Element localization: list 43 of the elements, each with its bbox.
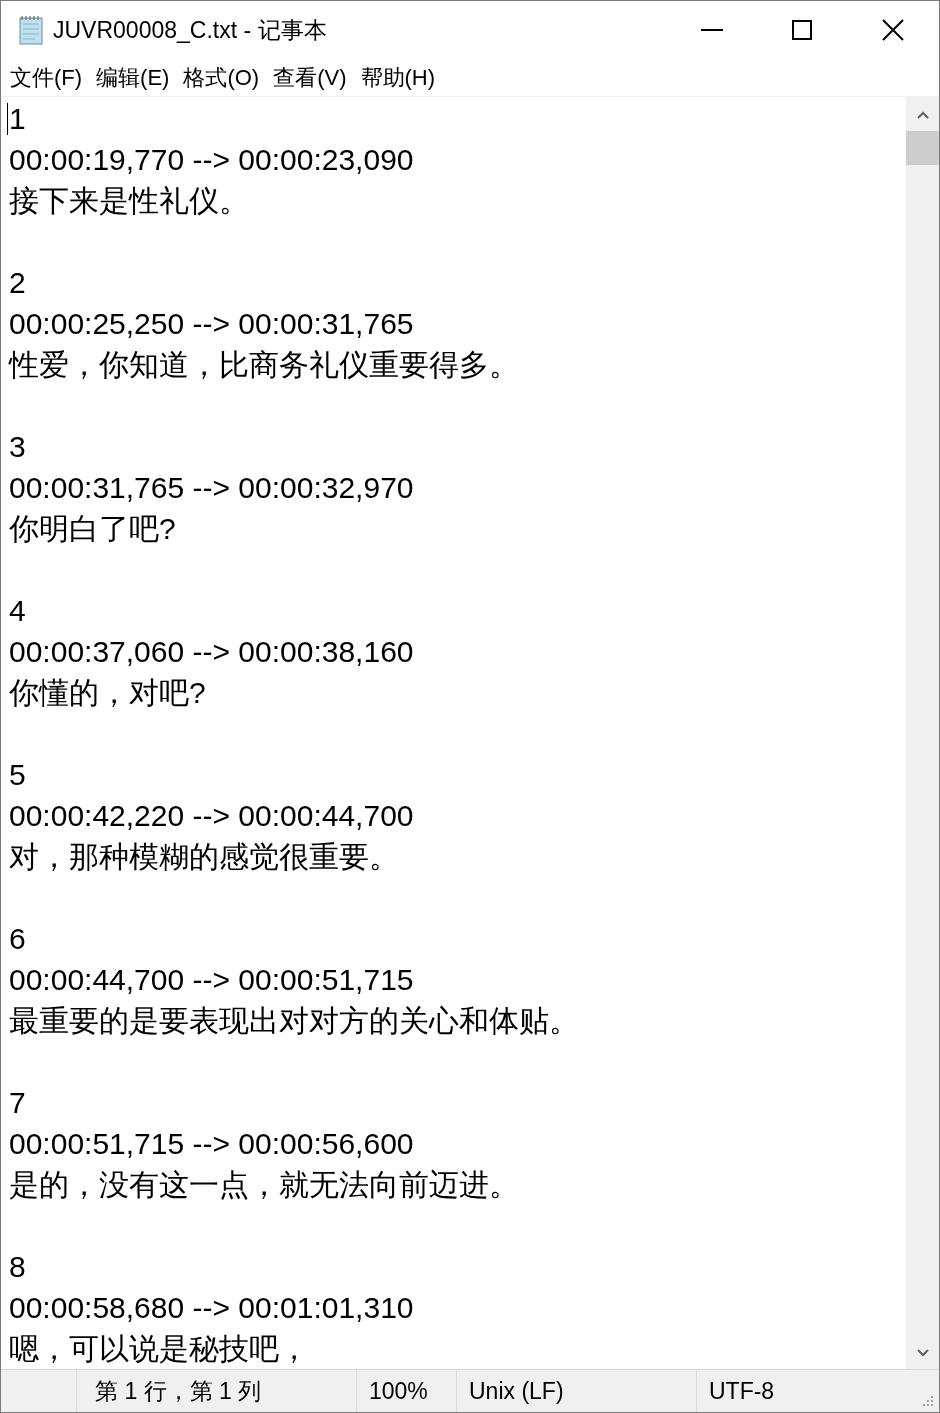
encoding: UTF-8 [709,1376,775,1406]
subtitle-timestamp: 00:00:31,765 --> 00:00:32,970 [9,471,414,504]
subtitle-text: 嗯，可以说是秘技吧， [9,1332,309,1365]
subtitle-number: 8 [9,1250,26,1283]
subtitle-text: 你明白了吧? [9,512,176,545]
minimize-icon [701,29,723,31]
subtitle-timestamp: 00:00:37,060 --> 00:00:38,160 [9,635,414,668]
subtitle-number: 1 [9,102,26,135]
resize-grip-icon[interactable] [921,1394,935,1408]
window-title: JUVR00008_C.txt - 记事本 [53,15,327,45]
subtitle-timestamp: 00:00:51,715 --> 00:00:56,600 [9,1127,414,1160]
subtitle-timestamp: 00:00:42,220 --> 00:00:44,700 [9,799,414,832]
subtitle-text: 接下来是性礼仪。 [9,184,249,217]
line-ending: Unix (LF) [469,1376,564,1406]
subtitle-timestamp: 00:00:19,770 --> 00:00:23,090 [9,143,414,176]
menu-item[interactable]: 文件(F) [10,61,83,94]
subtitle-timestamp: 00:00:25,250 --> 00:00:31,765 [9,307,414,340]
zoom-level: 100% [369,1376,428,1406]
menu-item[interactable]: 编辑(E) [96,61,170,94]
subtitle-number: 3 [9,430,26,463]
subtitle-text: 性爱，你知道，比商务礼仪重要得多。 [9,348,519,381]
vertical-scrollbar[interactable] [906,97,939,1369]
subtitle-text: 对，那种模糊的感觉很重要。 [9,840,399,873]
cursor-position: 第 1 行，第 1 列 [95,1376,262,1406]
subtitle-timestamp: 00:00:44,700 --> 00:00:51,715 [9,963,414,996]
subtitle-text: 最重要的是要表现出对对方的关心和体贴。 [9,1004,579,1037]
subtitle-number: 4 [9,594,26,627]
subtitle-number: 7 [9,1086,26,1119]
subtitle-number: 6 [9,922,26,955]
close-icon [882,19,904,41]
menu-item[interactable]: 格式(O) [183,61,260,94]
scroll-up-icon[interactable] [916,111,929,119]
subtitle-timestamp: 00:00:58,680 --> 00:01:01,310 [9,1291,414,1324]
scroll-down-icon[interactable] [916,1349,929,1357]
maximize-icon [792,20,812,40]
text-caret [7,103,8,135]
subtitle-text: 你懂的，对吧? [9,676,206,709]
subtitle-number: 2 [9,266,26,299]
subtitle-text: 是的，没有这一点，就无法向前迈进。 [9,1168,519,1201]
menu-item[interactable]: 帮助(H) [360,61,436,94]
menu-item[interactable]: 查看(V) [273,61,347,94]
scrollbar-thumb[interactable] [906,131,939,165]
subtitle-number: 5 [9,758,26,791]
